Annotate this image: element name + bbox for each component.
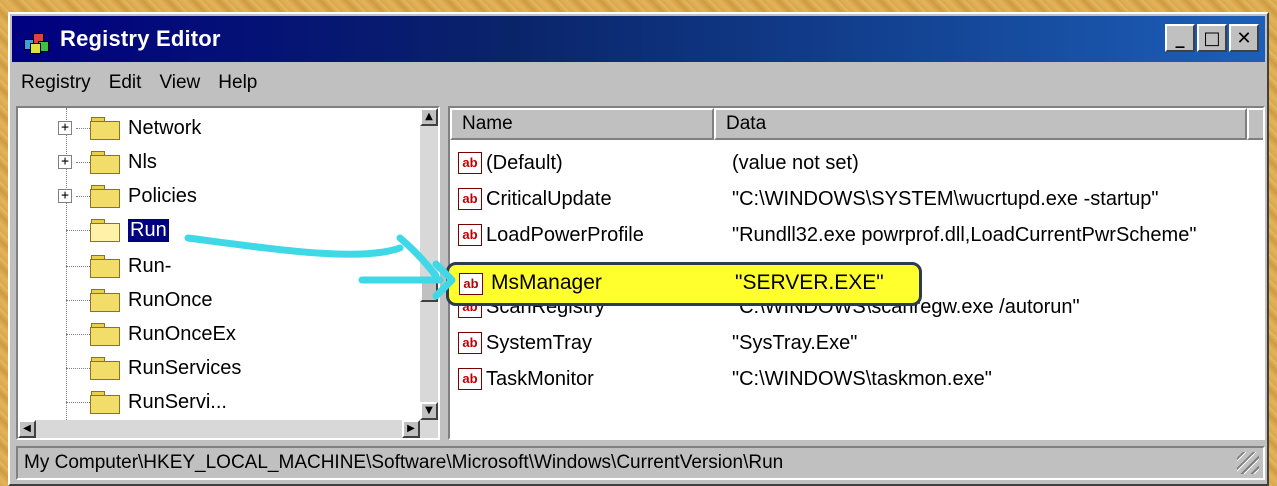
window-title: Registry Editor [60, 26, 221, 51]
highlighted-list-item[interactable]: ab MsManager "SERVER.EXE" [446, 262, 922, 306]
scroll-right-icon[interactable]: ▶ [402, 420, 420, 438]
column-header-filler [1247, 108, 1263, 140]
resize-grip-icon[interactable] [1237, 452, 1259, 474]
minimize-button[interactable]: _ [1165, 24, 1195, 52]
tree-item-runservices[interactable]: RunServices [66, 352, 241, 384]
scroll-left-icon[interactable]: ◀ [18, 420, 36, 438]
string-value-icon: ab [458, 188, 482, 210]
value-data: "SysTray.Exe" [732, 331, 858, 354]
expand-icon[interactable]: + [58, 121, 72, 135]
maximize-button[interactable]: □ [1197, 24, 1227, 52]
tree-item-runonceex[interactable]: RunOnceEx [66, 318, 236, 350]
folder-icon [90, 117, 120, 140]
tree-item-label: RunServi... [128, 390, 227, 413]
tree-item-nls[interactable]: + Nls [58, 146, 157, 178]
value-name: SystemTray [486, 331, 592, 354]
tree-item-label: Run- [128, 254, 172, 277]
tree-horizontal-scrollbar[interactable]: ◀ ▶ [18, 420, 438, 438]
folder-icon [90, 391, 120, 414]
string-value-icon: ab [458, 368, 482, 390]
tree-item-policies[interactable]: + Policies [58, 180, 197, 212]
tree-item-label: RunServices [128, 356, 242, 379]
value-data: "C:\WINDOWS\SYSTEM\wucrtupd.exe -startup… [732, 187, 1159, 210]
scroll-thumb[interactable] [420, 280, 438, 302]
menu-bar: Registry Edit View Help [12, 66, 266, 100]
menu-view[interactable]: View [150, 72, 209, 94]
string-value-icon: ab [458, 332, 482, 354]
list-item[interactable]: ab CriticalUpdate "C:\WINDOWS\SYSTEM\wuc… [450, 182, 1263, 216]
status-bar: My Computer\HKEY_LOCAL_MACHINE\Software\… [16, 446, 1265, 480]
value-data: (value not set) [732, 151, 859, 174]
string-value-icon: ab [459, 273, 483, 295]
title-bar[interactable]: Registry Editor _ □ ✕ [12, 16, 1265, 62]
column-header-data[interactable]: Data [714, 108, 1247, 140]
menu-registry[interactable]: Registry [12, 72, 100, 94]
folder-icon [90, 289, 120, 312]
scroll-down-icon[interactable]: ▼ [420, 402, 438, 420]
value-data: "Rundll32.exe powrprof.dll,LoadCurrentPw… [732, 223, 1197, 246]
folder-icon [90, 357, 120, 380]
value-data: "SERVER.EXE" [735, 271, 884, 294]
string-value-icon: ab [458, 224, 482, 246]
registry-editor-window: Registry Editor _ □ ✕ Registry Edit View… [8, 12, 1269, 486]
tree-item-runonce[interactable]: RunOnce [66, 284, 213, 316]
tree-item-label: Run [128, 218, 169, 242]
tree-item-label: Nls [128, 150, 157, 173]
list-item[interactable]: ab LoadPowerProfile "Rundll32.exe powrpr… [450, 218, 1263, 252]
tree-item-run-dash[interactable]: Run- [66, 250, 171, 282]
tree-item-label: RunOnce [128, 288, 213, 311]
tree-item-network[interactable]: + Network [58, 112, 201, 144]
scroll-up-icon[interactable]: ▲ [420, 108, 438, 126]
value-name: MsManager [491, 271, 602, 294]
close-button[interactable]: ✕ [1229, 24, 1259, 52]
tree-item-label: Network [128, 116, 202, 139]
folder-icon [90, 323, 120, 346]
value-name: TaskMonitor [486, 367, 594, 390]
value-name: (Default) [486, 151, 563, 174]
tree-item-label: RunOnceEx [128, 322, 236, 345]
expand-icon[interactable]: + [58, 189, 72, 203]
tree-item-run[interactable]: Run [66, 214, 169, 246]
tree-item-label: Policies [128, 184, 197, 207]
key-tree-pane[interactable]: + Network + Nls + Policies Run Run- RunO… [16, 106, 440, 440]
list-item[interactable]: ab SystemTray "SysTray.Exe" [450, 326, 1263, 360]
registry-editor-icon [22, 25, 50, 54]
menu-edit[interactable]: Edit [100, 72, 151, 94]
list-item[interactable]: ab (Default) (value not set) [450, 146, 1263, 180]
expand-icon[interactable]: + [58, 155, 72, 169]
string-value-icon: ab [458, 152, 482, 174]
folder-icon [90, 255, 120, 278]
tree-item-runservicesonce[interactable]: RunServi... [66, 386, 227, 418]
column-header-name[interactable]: Name [450, 108, 714, 140]
value-name: CriticalUpdate [486, 187, 612, 210]
open-folder-icon [90, 219, 120, 242]
status-path: My Computer\HKEY_LOCAL_MACHINE\Software\… [24, 452, 784, 473]
menu-help[interactable]: Help [209, 72, 266, 94]
list-item[interactable]: ab TaskMonitor "C:\WINDOWS\taskmon.exe" [450, 362, 1263, 396]
folder-icon [90, 151, 120, 174]
value-name: LoadPowerProfile [486, 223, 644, 246]
value-data: "C:\WINDOWS\taskmon.exe" [732, 367, 992, 390]
tree-vertical-scrollbar[interactable]: ▲ ▼ [420, 108, 438, 420]
folder-icon [90, 185, 120, 208]
